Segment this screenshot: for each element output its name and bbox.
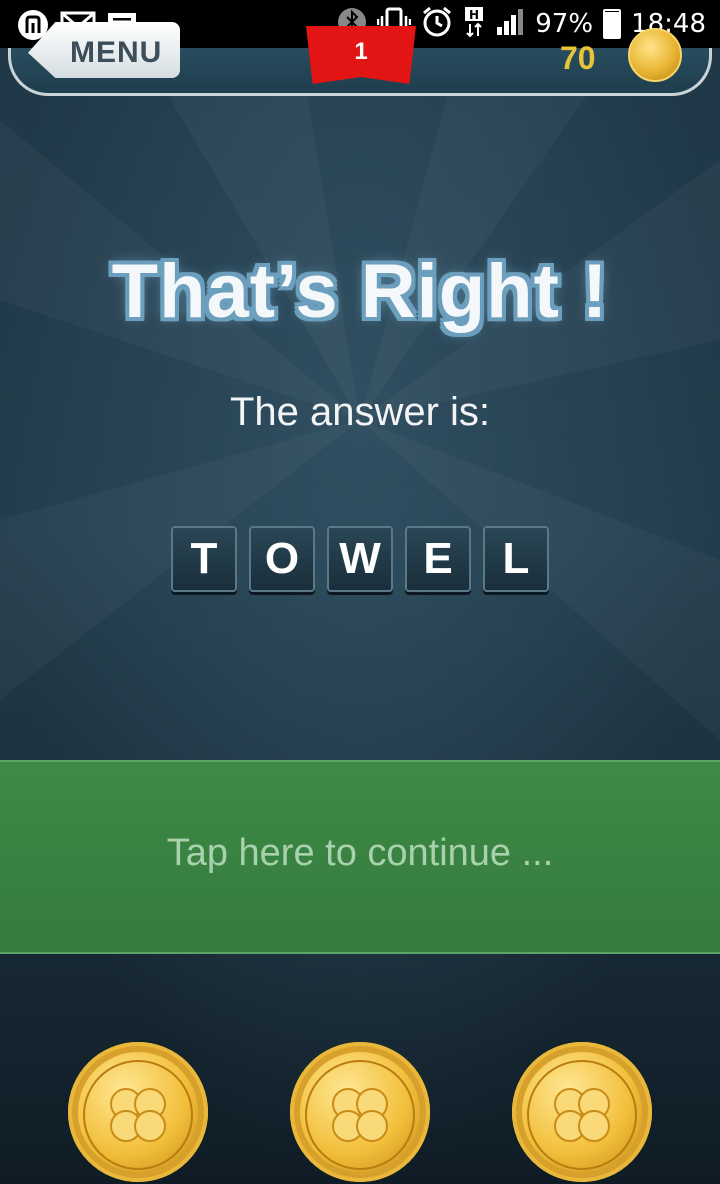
clover-coin-icon[interactable] [68, 1042, 208, 1182]
clover-coin-icon[interactable] [512, 1042, 652, 1182]
signal-icon [495, 7, 525, 42]
answer-tiles: T O W E L [0, 526, 720, 592]
result-headline: That’s Right ! [111, 249, 609, 334]
alarm-icon [421, 6, 453, 43]
menu-button-label[interactable]: MENU [70, 36, 162, 70]
continue-label[interactable]: Tap here to continue ... [0, 832, 720, 875]
answer-label: The answer is: [229, 390, 491, 434]
coin-icon[interactable] [628, 28, 682, 82]
answer-tile: L [483, 526, 549, 592]
clover-coin-icon[interactable] [290, 1042, 430, 1182]
battery-icon [603, 9, 622, 39]
hspa-data-icon: H [463, 6, 485, 43]
level-number: 1 [354, 38, 368, 65]
coin-count: 70 [560, 40, 596, 76]
answer-tile: O [249, 526, 315, 592]
answer-tile: T [171, 526, 237, 592]
answer-tile: W [327, 526, 393, 592]
battery-percent: 97% [535, 9, 594, 39]
background-rays [0, 0, 720, 1184]
answer-tile: E [405, 526, 471, 592]
svg-text:H: H [469, 8, 479, 22]
